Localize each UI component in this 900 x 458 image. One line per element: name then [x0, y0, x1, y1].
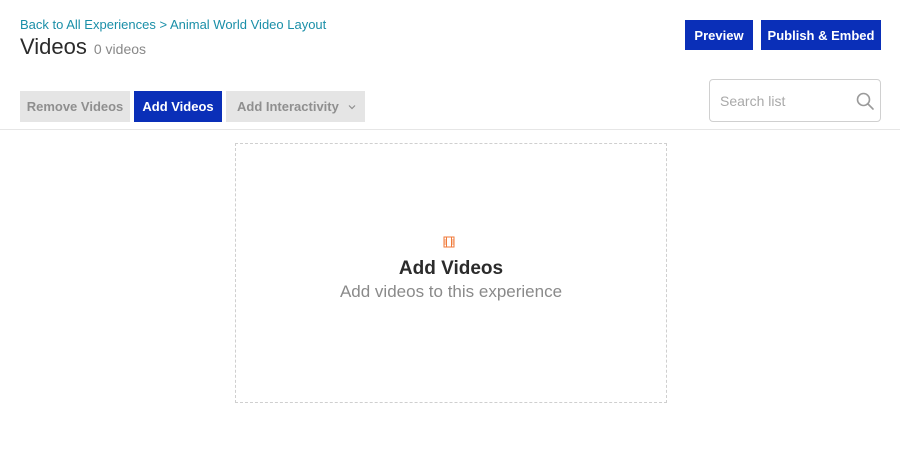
publish-embed-button[interactable]: Publish & Embed: [761, 20, 881, 50]
preview-button[interactable]: Preview: [685, 20, 753, 50]
header-divider: [0, 129, 900, 130]
video-count: 0 videos: [93, 41, 147, 57]
search-input[interactable]: [710, 92, 850, 109]
page-title: Videos: [20, 34, 87, 59]
chevron-down-icon: [348, 104, 356, 109]
add-videos-button[interactable]: Add Videos: [134, 91, 222, 122]
page-header: Videos 0 videos: [20, 34, 146, 60]
search-icon[interactable]: [855, 91, 875, 111]
empty-state-subtitle: Add videos to this experience: [339, 282, 563, 301]
film-icon: [443, 236, 455, 248]
breadcrumb-back-link[interactable]: Back to All Experiences > Animal World V…: [20, 17, 326, 32]
add-interactivity-label: Add Interactivity: [237, 99, 339, 114]
add-interactivity-dropdown[interactable]: Add Interactivity: [226, 91, 365, 122]
empty-state-title: Add Videos: [398, 258, 504, 279]
search-box: [709, 79, 881, 122]
remove-videos-button[interactable]: Remove Videos: [20, 91, 130, 122]
add-videos-dropzone[interactable]: Add Videos Add videos to this experience: [235, 143, 667, 403]
